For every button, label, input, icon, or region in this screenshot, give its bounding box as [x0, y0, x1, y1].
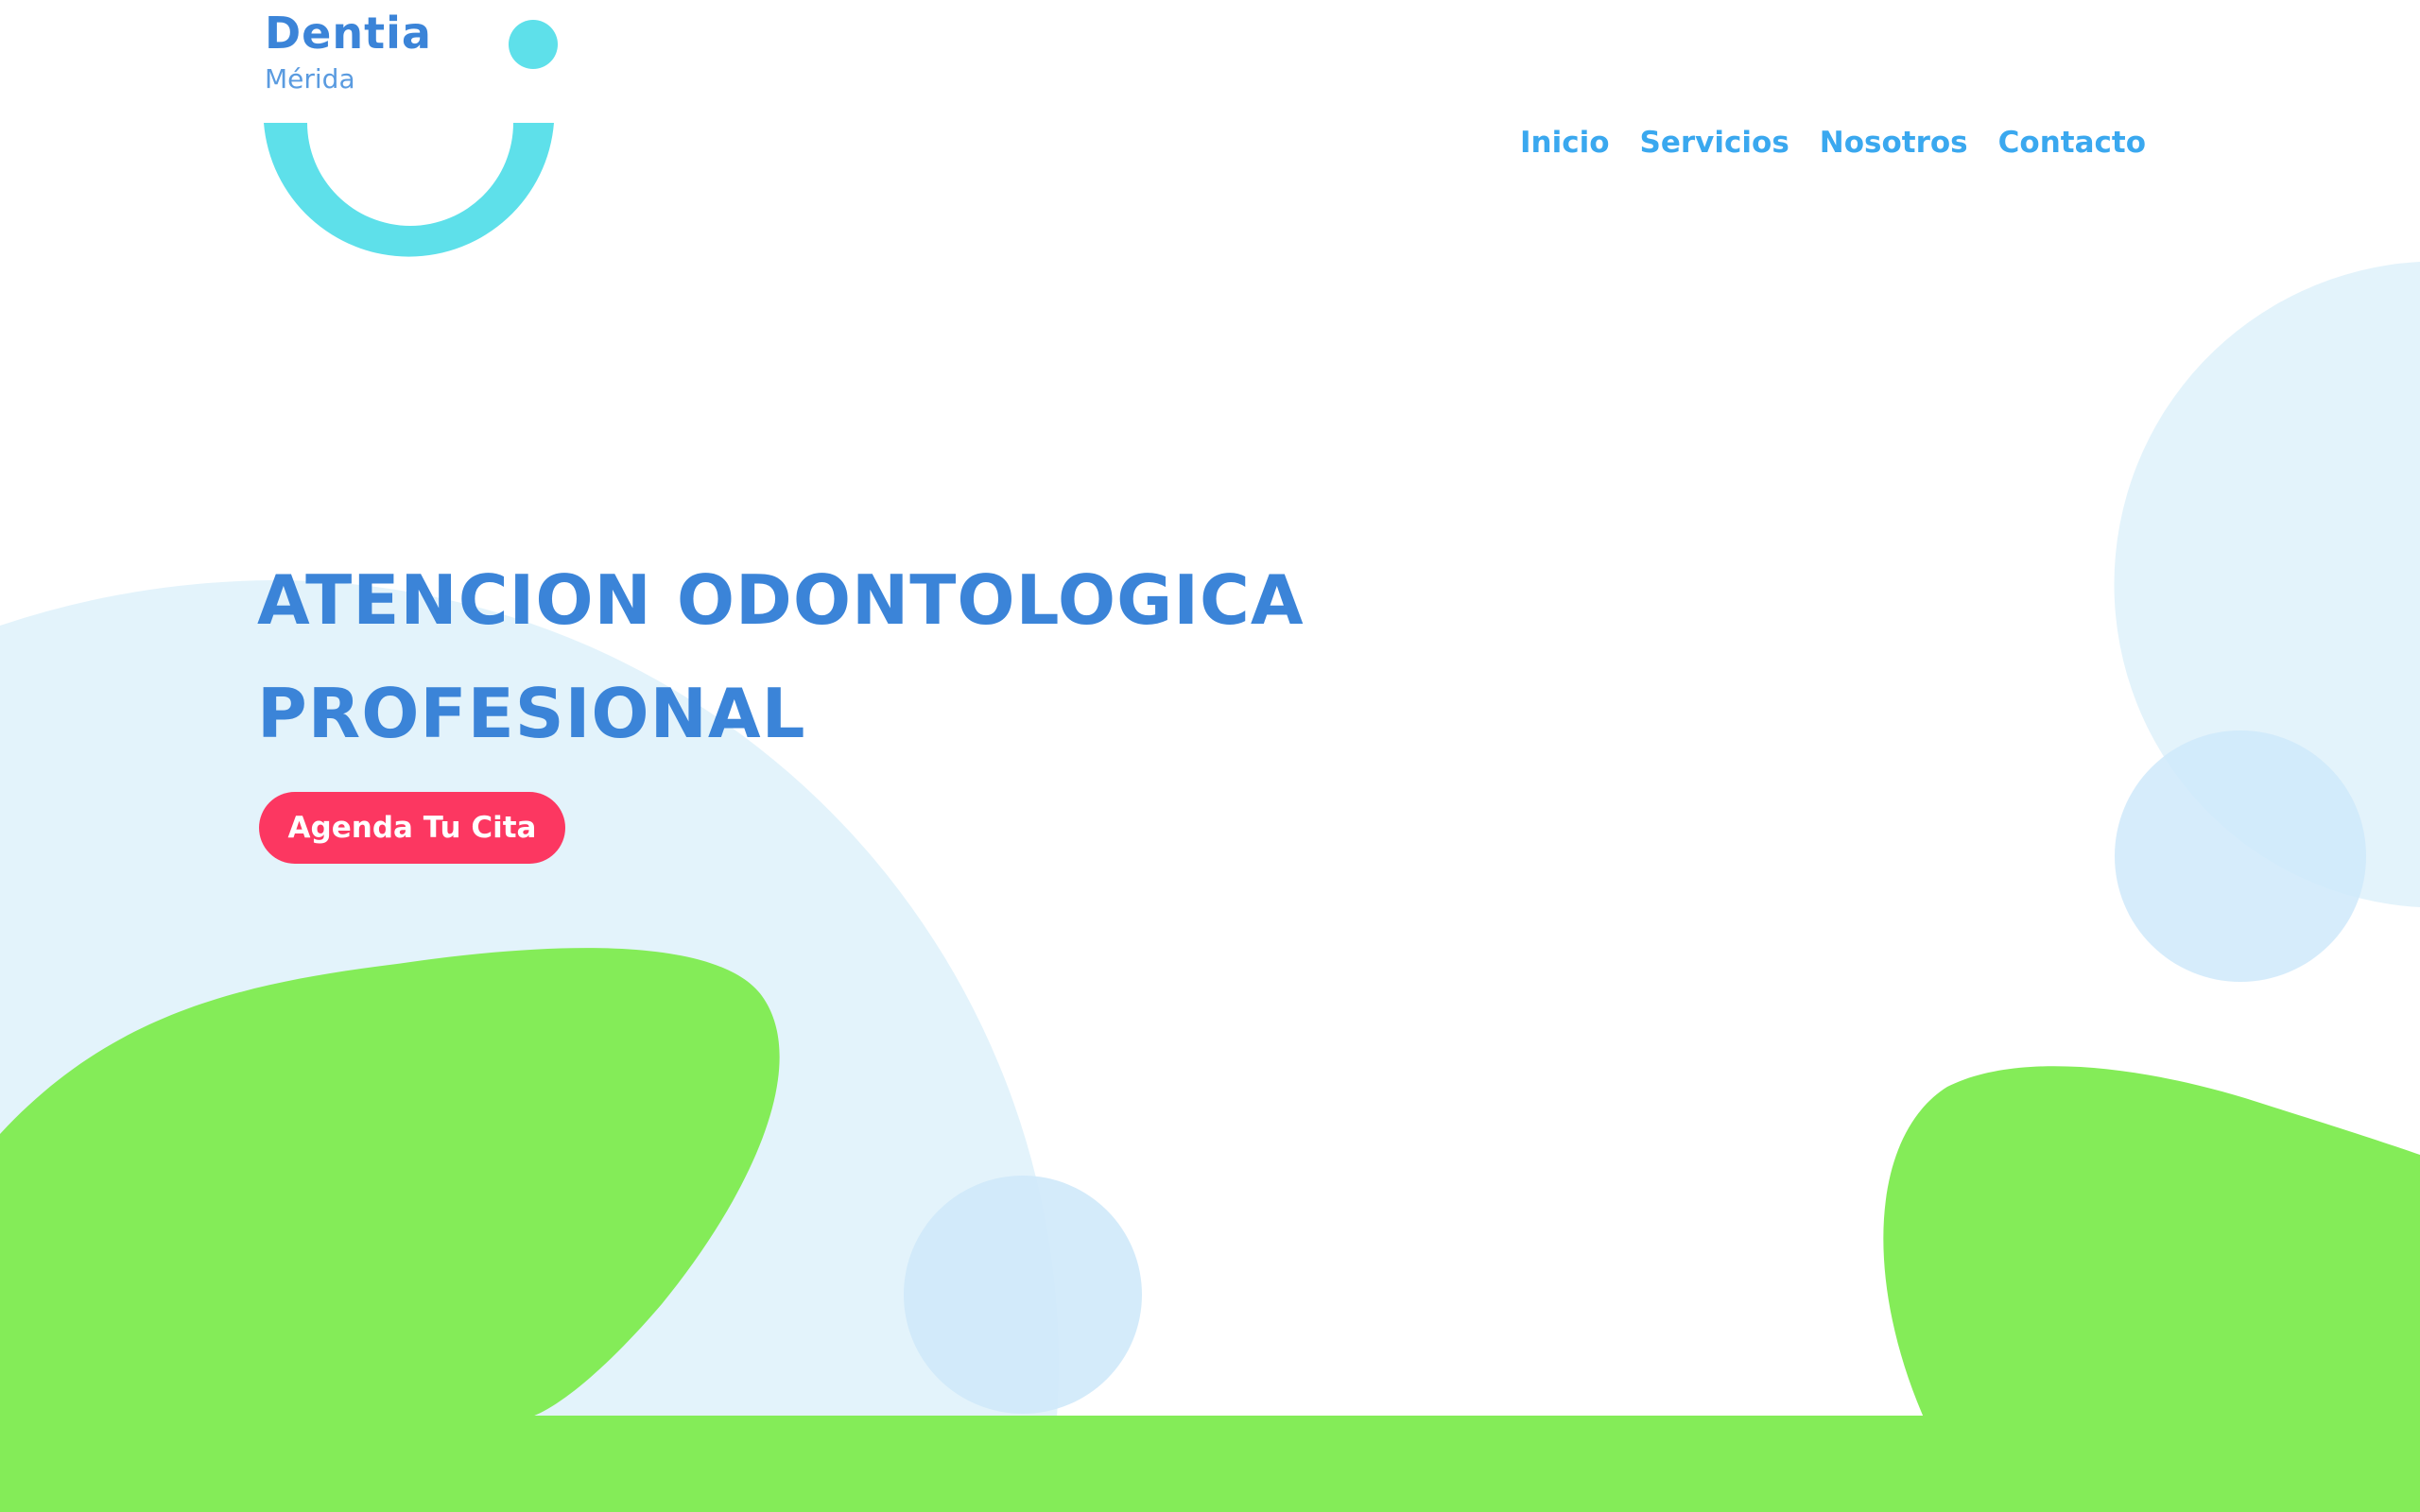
nav-item-contacto[interactable]: Contacto [1998, 121, 2146, 164]
hero-title-line-2: PROFESIONAL [257, 674, 806, 753]
brand-logo[interactable]: Dentia Mérida [255, 0, 577, 284]
hero-title-line-1: ATENCION ODONTOLOGICA [257, 560, 1305, 640]
right-small-bubble [2115, 730, 2366, 982]
book-appointment-button[interactable]: Agenda Tu Cita [259, 792, 565, 864]
main-nav: Inicio Servicios Nosotros Contacto [1520, 121, 2146, 164]
brand-city: Mérida [265, 63, 355, 94]
hero-title: ATENCION ODONTOLOGICA PROFESIONAL [257, 543, 1392, 770]
right-green-blob [1883, 1066, 2420, 1418]
page: Dentia Mérida Inicio Servicios Nosotros … [0, 0, 2420, 1512]
bottom-green-strip [0, 1416, 2420, 1512]
nav-item-inicio[interactable]: Inicio [1520, 121, 1610, 164]
brand-name: Dentia [265, 8, 432, 59]
bottom-small-bubble [904, 1176, 1142, 1414]
nav-item-nosotros[interactable]: Nosotros [1820, 121, 1968, 164]
nav-item-servicios[interactable]: Servicios [1640, 121, 1789, 164]
